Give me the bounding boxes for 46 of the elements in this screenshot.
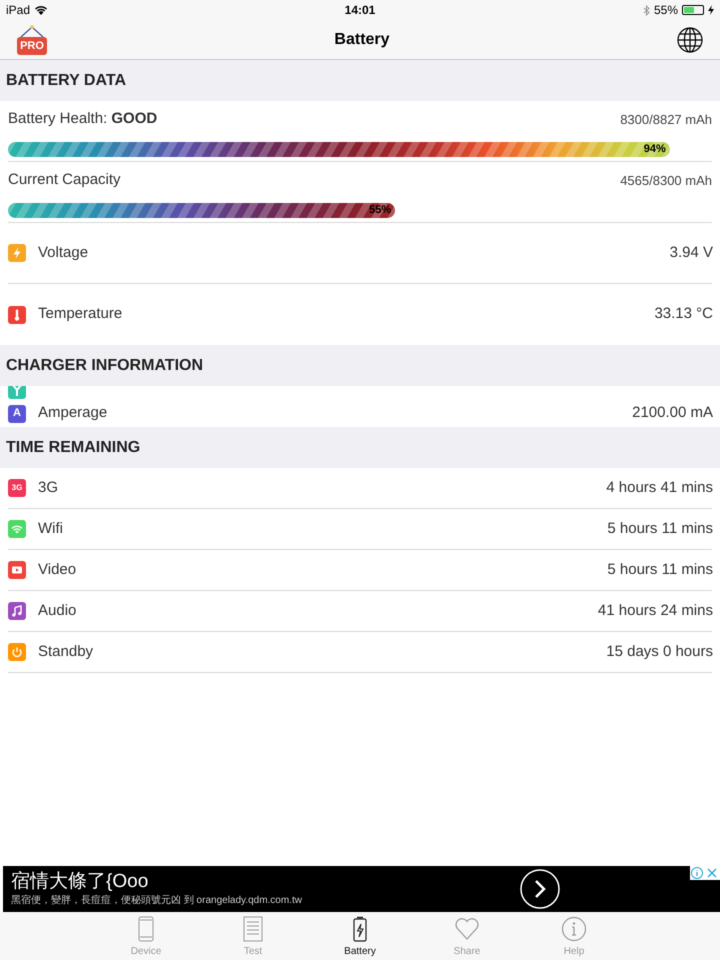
- section-header: CHARGER INFORMATION: [6, 356, 204, 376]
- tab-bar-item[interactable]: Share: [430, 916, 504, 960]
- ad-text: 黑宿便，變胖，長痘痘，便秘頭號元凶 到 orangelady.qdm.com.tw: [11, 894, 303, 908]
- tab-bar-item[interactable]: Help: [536, 916, 612, 960]
- row-label: Standby: [38, 642, 94, 662]
- heart-icon: [454, 916, 480, 942]
- battery-percent-text: 55%: [654, 2, 678, 19]
- row-value: 4565/8300 mAh: [620, 172, 712, 190]
- section-header: BATTERY DATA: [6, 70, 126, 90]
- row-value: 41 hours 24 mins: [598, 600, 713, 621]
- ad-headline: 宿情大條了{Ooo: [11, 870, 150, 894]
- tab-bar-item[interactable]: Device: [108, 916, 184, 960]
- section-header: TIME REMAINING: [6, 438, 140, 458]
- row-value: 5 hours 11 mins: [607, 518, 713, 539]
- row-value: 15 days 0 hours: [606, 642, 713, 662]
- battery-icon: [682, 5, 704, 15]
- info-icon: [561, 916, 587, 942]
- carrier-text: iPad: [6, 2, 30, 19]
- letter-icon: A: [8, 404, 26, 422]
- bluetooth-icon: [642, 4, 650, 16]
- chevron-right-button[interactable]: [520, 869, 560, 909]
- row-label: Battery Health: GOOD: [8, 109, 158, 129]
- row-label: Voltage: [38, 242, 90, 263]
- row-label: 3G: [38, 478, 60, 498]
- row-value: 4 hours 41 mins: [606, 478, 713, 498]
- clock-text: 14:01: [344, 2, 376, 19]
- row-value: 2100.00 mA: [632, 403, 713, 424]
- row-label: Current Capacity: [8, 170, 121, 190]
- row-value: 8300/8827 mAh: [620, 110, 712, 128]
- row-label: Temperature: [38, 304, 124, 324]
- row-label: Amperage: [38, 403, 108, 424]
- ad-info-close-icon[interactable]: [690, 866, 720, 880]
- row-label: Audio: [38, 600, 78, 621]
- tab-bar-item[interactable]: Test: [216, 916, 290, 960]
- globe-icon[interactable]: [676, 26, 703, 52]
- tab-bar-item[interactable]: Battery: [322, 916, 398, 960]
- row-label: Wifi: [38, 518, 64, 539]
- letter-icon: 3G: [8, 479, 26, 497]
- row-value: 5 hours 11 mins: [607, 560, 713, 580]
- row-value: 3.94 V: [670, 242, 713, 263]
- progress-percent: 94%: [644, 142, 666, 157]
- progress-percent: 55%: [369, 202, 392, 218]
- row-value: 33.13 °C: [654, 304, 713, 324]
- screen-title: Battery: [334, 30, 390, 50]
- row-label: Video: [38, 560, 78, 580]
- wifi-icon: [34, 4, 48, 16]
